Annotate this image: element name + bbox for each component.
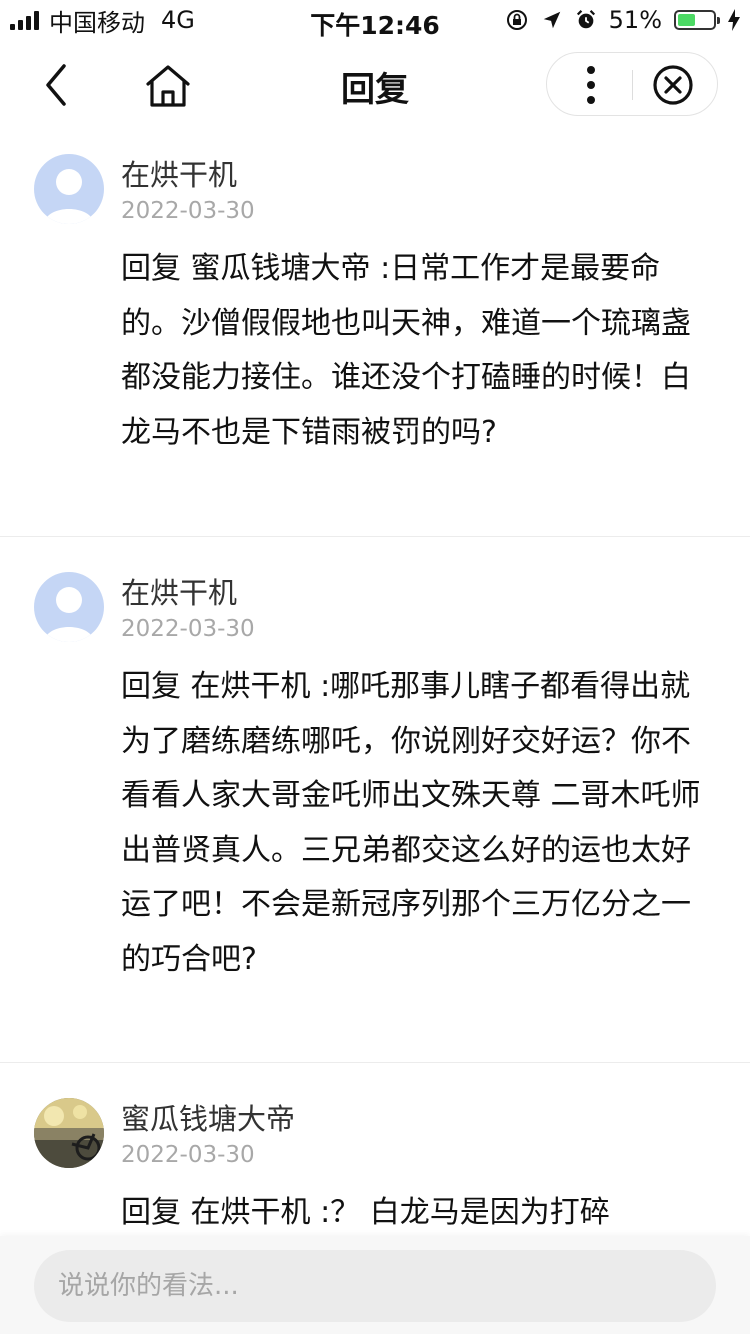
comment-text: 回复 在烘干机 :哪吒那事儿瞎子都看得出就为了磨练磨练哪吒，你说刚好交好运？你不… [121,669,701,977]
mini-program-capsule [546,52,718,116]
avatar[interactable] [34,154,104,224]
avatar[interactable] [34,1098,104,1168]
navigation-bar: 回复 [0,40,750,130]
comment-author[interactable]: 在烘干机 [121,152,237,194]
capsule-divider [632,70,633,100]
rotation-lock-icon [506,10,527,30]
divider [0,1062,750,1063]
divider [0,536,750,537]
comment-input[interactable] [56,1270,680,1302]
charging-icon [728,9,740,31]
location-icon [543,11,560,29]
comment-author[interactable]: 蜜瓜钱塘大帝 [121,1098,295,1138]
avatar[interactable] [34,572,104,642]
battery-percent: 51% [608,6,662,34]
close-circle-icon[interactable] [651,63,695,107]
more-vertical-icon[interactable] [565,59,617,111]
comment-text: 回复 蜜瓜钱塘大帝 :日常工作才是最要命的。沙僧假假地也叫天神，难道一个琉璃盏都… [121,251,691,450]
battery-icon [674,10,720,30]
comment-date: 2022-03-30 [121,616,255,642]
comment-input-container [34,1250,716,1322]
comment-input-bar [0,1236,750,1334]
comment-text: 回复 在烘干机 :？ 白龙马是因为打碎 [121,1195,610,1230]
status-bar: 中国移动 4G 下午12:46 51% [0,0,750,40]
comment-item: 蜜瓜钱塘大帝 2022-03-30 回复 在烘干机 :？ 白龙马是因为打碎 [0,1098,750,1236]
comment-date: 2022-03-30 [121,198,255,224]
comment-author[interactable]: 在烘干机 [121,570,237,612]
comment-date: 2022-03-30 [121,1142,255,1168]
alarm-icon [576,10,595,29]
